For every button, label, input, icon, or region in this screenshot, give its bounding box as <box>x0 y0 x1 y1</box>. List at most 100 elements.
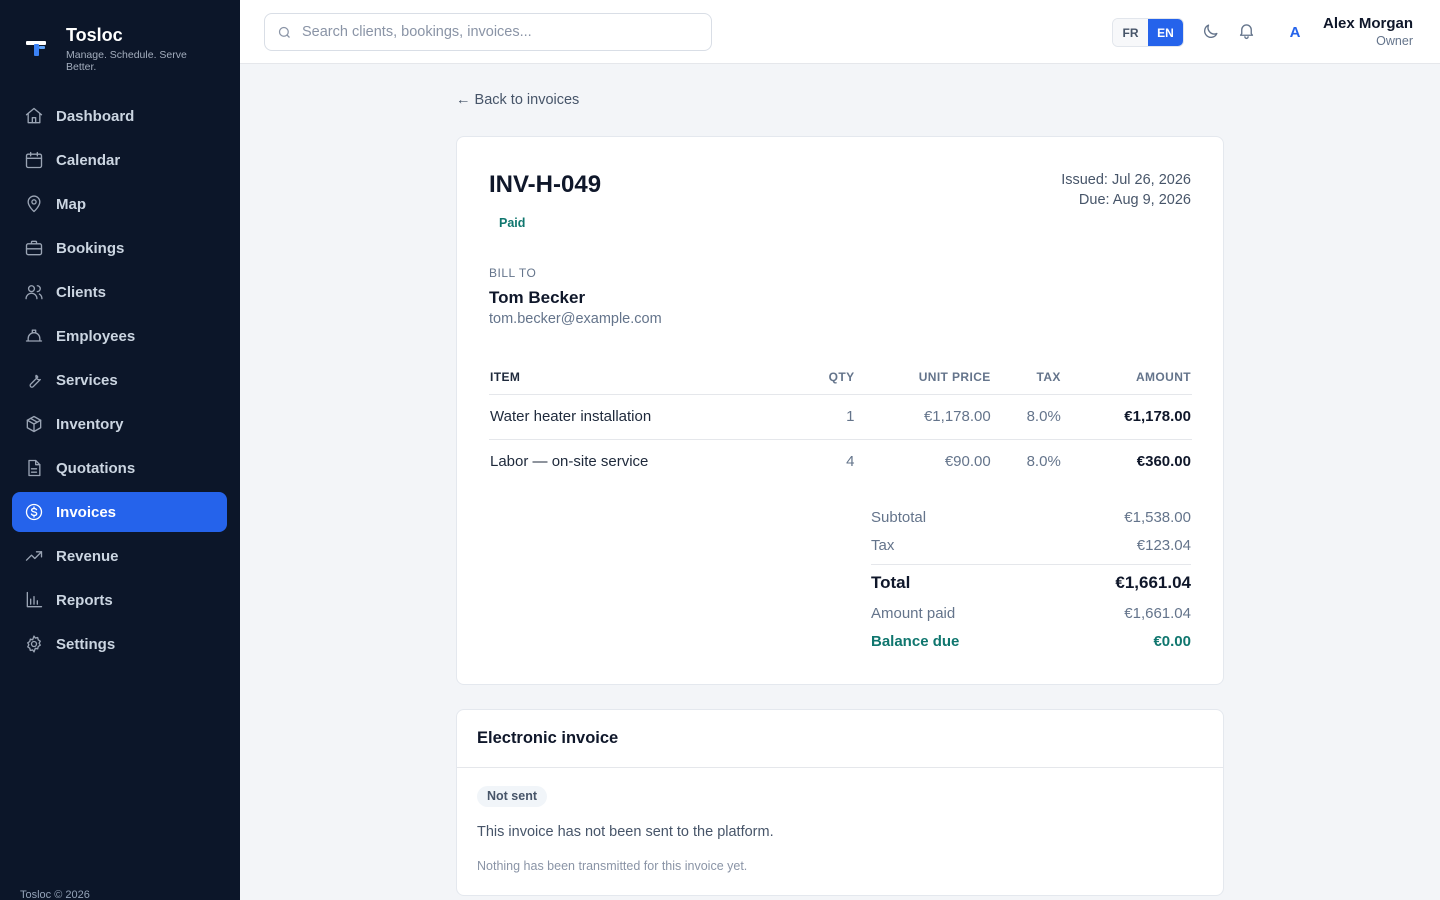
sidebar-item-label: Inventory <box>56 415 124 433</box>
einvoice-note: Nothing has been transmitted for this in… <box>477 859 748 873</box>
lang-fr-button[interactable]: FR <box>1113 19 1148 46</box>
einvoice-description: This invoice has not been sent to the pl… <box>477 824 774 840</box>
user-name: Alex Morgan <box>1322 15 1413 32</box>
column-header-qty: QTY <box>789 361 856 395</box>
electronic-invoice-card: Electronic invoice Not sent This invoice… <box>456 709 1224 896</box>
sidebar-item-invoices[interactable]: Invoices <box>12 492 227 532</box>
total-row: Total €1,661.04 <box>871 567 1191 599</box>
brand[interactable]: Tosloc Manage. Schedule. Serve Better. <box>24 24 206 73</box>
sidebar-item-label: Clients <box>56 283 107 301</box>
column-header-amount: AMOUNT <box>1061 361 1192 395</box>
client-name: Tom Becker <box>489 288 586 307</box>
table-row: Water heater installation 1 €1,178.00 8.… <box>489 394 1192 440</box>
sidebar-item-quotations[interactable]: Quotations <box>12 448 227 488</box>
bell-icon <box>1239 23 1253 39</box>
total-value: €1,661.04 <box>1115 573 1191 592</box>
due-date: Due: Aug 9, 2026 <box>1078 192 1191 208</box>
map-pin-icon <box>27 195 41 213</box>
balance-due-row: Balance due €0.00 <box>871 627 1191 655</box>
tax-value: €123.04 <box>1136 536 1191 554</box>
sidebar-item-services[interactable]: Services <box>12 360 227 400</box>
sidebar-item-dashboard[interactable]: Dashboard <box>12 96 227 136</box>
sidebar: Tosloc Manage. Schedule. Serve Better. D… <box>0 0 240 900</box>
topbar: FR EN A Alex Morgan Owner <box>240 0 1440 64</box>
sidebar-item-label: Dashboard <box>56 107 135 125</box>
total-label: Total <box>871 573 911 592</box>
sidebar-item-revenue[interactable]: Revenue <box>12 536 227 576</box>
amount-paid-value: €1,661.04 <box>1124 604 1191 622</box>
sidebar-item-label: Invoices <box>56 503 117 521</box>
line-item-amount: €1,178.00 <box>1061 394 1192 440</box>
tax-label: Tax <box>871 536 895 554</box>
lang-en-button[interactable]: EN <box>1148 19 1183 46</box>
einvoice-status-badge: Not sent <box>477 786 547 807</box>
line-item-unit-price: €90.00 <box>944 453 991 471</box>
sidebar-item-calendar[interactable]: Calendar <box>12 140 227 180</box>
home-icon <box>25 107 43 124</box>
sidebar-item-label: Bookings <box>56 239 125 257</box>
invoice-card: INV-H-049 Paid Issued: Jul 26, 2026 Due:… <box>456 136 1224 685</box>
language-switcher: FR EN <box>1112 18 1184 47</box>
client-email: tom.becker@example.com <box>489 311 662 327</box>
calendar-icon <box>25 151 43 169</box>
balance-due-label: Balance due <box>871 632 960 650</box>
line-item-qty: 4 <box>846 453 855 471</box>
line-item-name: Water heater installation <box>489 394 790 440</box>
column-header-item: ITEM <box>489 361 790 395</box>
hard-hat-icon <box>25 329 43 342</box>
sidebar-item-inventory[interactable]: Inventory <box>12 404 227 444</box>
table-header-row: ITEM QTY UNIT PRICE TAX AMOUNT <box>489 361 1192 395</box>
bill-to-label: BILL TO <box>489 266 537 280</box>
moon-icon <box>1203 23 1218 38</box>
search-box[interactable] <box>264 13 712 51</box>
column-header-tax: TAX <box>991 361 1062 395</box>
electronic-invoice-title: Electronic invoice <box>457 710 1223 768</box>
users-icon <box>25 285 43 300</box>
totals-divider <box>871 564 1191 565</box>
invoice-items-table: ITEM QTY UNIT PRICE TAX AMOUNT Water hea… <box>489 361 1192 484</box>
subtotal-row: Subtotal €1,538.00 <box>871 503 1191 531</box>
amount-paid-label: Amount paid <box>871 604 956 622</box>
sidebar-item-label: Settings <box>56 635 116 653</box>
gear-icon <box>27 635 41 653</box>
line-item-tax: 8.0% <box>1026 453 1061 471</box>
sidebar-item-label: Calendar <box>56 151 121 169</box>
dollar-circle-icon <box>25 503 43 521</box>
sidebar-item-bookings[interactable]: Bookings <box>12 228 227 268</box>
briefcase-icon <box>25 240 43 256</box>
amount-paid-row: Amount paid €1,661.04 <box>871 599 1191 627</box>
status-badge: Paid <box>499 216 526 230</box>
user-role: Owner <box>1376 34 1413 48</box>
sidebar-item-settings[interactable]: Settings <box>12 624 227 664</box>
invoice-number: INV-H-049 <box>489 171 602 198</box>
notifications-button[interactable] <box>1235 19 1257 41</box>
search-input[interactable] <box>302 24 682 40</box>
invoice-dates: Issued: Jul 26, 2026 Due: Aug 9, 2026 <box>1061 170 1191 210</box>
sidebar-item-clients[interactable]: Clients <box>12 272 227 312</box>
search-icon <box>278 26 290 38</box>
brand-tagline: Manage. Schedule. Serve Better. <box>66 49 187 73</box>
tax-row: Tax €123.04 <box>871 531 1191 559</box>
wrench-icon <box>29 374 41 388</box>
column-header-unit-price: UNIT PRICE <box>855 361 992 395</box>
sidebar-item-label: Revenue <box>56 547 119 565</box>
sidebar-item-label: Reports <box>56 591 113 609</box>
line-item-unit-price: €1,178.00 <box>855 394 992 440</box>
sidebar-item-label: Employees <box>56 327 136 345</box>
back-to-invoices-link[interactable]: ← Back to invoices <box>456 92 579 108</box>
sidebar-item-reports[interactable]: Reports <box>12 580 227 620</box>
sidebar-item-map[interactable]: Map <box>12 184 227 224</box>
brand-logo-icon <box>26 41 46 56</box>
package-icon <box>26 415 42 433</box>
sidebar-item-employees[interactable]: Employees <box>12 316 227 356</box>
trending-up-icon <box>25 551 43 561</box>
table-row: Labor — on-site service 4 €90.00 8.0% €3… <box>489 439 1192 484</box>
issued-date: Issued: Jul 26, 2026 <box>1061 172 1191 188</box>
subtotal-value: €1,538.00 <box>1124 508 1191 526</box>
avatar[interactable]: A <box>1280 18 1310 46</box>
sidebar-footer: Tosloc © 2026 <box>20 889 90 900</box>
user-menu[interactable]: Alex Morgan Owner <box>1312 15 1413 49</box>
theme-toggle-button[interactable] <box>1199 20 1221 42</box>
brand-name: Tosloc <box>66 25 123 45</box>
invoice-totals: Subtotal €1,538.00 Tax €123.04 Total €1,… <box>871 503 1191 655</box>
